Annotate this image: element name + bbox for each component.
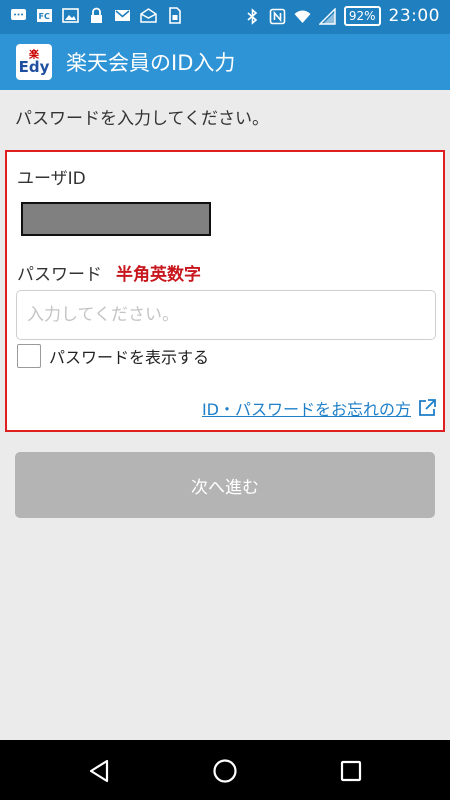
instruction-text: パスワードを入力してください。 <box>15 109 269 129</box>
login-form: ユーザID パスワード 半角英数字 パスワードを表示する ID・パスワードをお忘… <box>5 150 445 432</box>
password-input[interactable] <box>16 290 436 340</box>
navigation-bar <box>0 740 450 800</box>
clock: 23:00 <box>388 6 440 26</box>
password-label-row: パスワード 半角英数字 <box>17 260 201 285</box>
password-label: パスワード <box>17 265 102 285</box>
external-link-icon <box>417 398 437 418</box>
chat-icon <box>10 7 27 24</box>
home-icon[interactable] <box>212 758 238 784</box>
forgot-link-text[interactable]: ID・パスワードをお忘れの方 <box>202 396 411 420</box>
recent-apps-icon[interactable] <box>338 758 364 784</box>
nfc-icon <box>269 8 286 25</box>
next-button[interactable]: 次へ進む <box>15 452 435 518</box>
wifi-icon <box>294 8 311 25</box>
status-left-icons: FC <box>10 7 183 24</box>
password-hint: 半角英数字 <box>116 265 201 285</box>
gmail-icon <box>114 7 131 24</box>
show-password-checkbox[interactable] <box>17 344 41 368</box>
app-bar: 楽 Edy 楽天会員のID入力 <box>0 34 450 90</box>
logo-bottom-text: Edy <box>18 58 50 76</box>
show-password-label: パスワードを表示する <box>49 348 210 367</box>
page-title: 楽天会員のID入力 <box>66 51 236 75</box>
signal-icon <box>318 7 336 25</box>
userid-value-redacted <box>21 202 211 236</box>
forgot-id-password-link[interactable]: ID・パスワードをお忘れの方 <box>202 396 437 420</box>
battery-indicator: 92% <box>343 6 381 26</box>
userid-label: ユーザID <box>17 169 86 189</box>
mail-open-icon <box>140 7 157 24</box>
rakuten-edy-logo: 楽 Edy <box>16 44 52 80</box>
image-icon <box>62 7 79 24</box>
svg-text:FC: FC <box>39 12 50 21</box>
bluetooth-icon <box>244 7 261 25</box>
status-bar: FC 92% 23:00 <box>0 0 450 34</box>
status-right-icons: 92% 23:00 <box>244 6 440 26</box>
sim-icon <box>166 7 183 24</box>
show-password-toggle[interactable]: パスワードを表示する <box>17 344 209 368</box>
lock-icon <box>88 7 105 24</box>
fc-icon: FC <box>36 7 53 24</box>
back-icon[interactable] <box>86 758 112 784</box>
